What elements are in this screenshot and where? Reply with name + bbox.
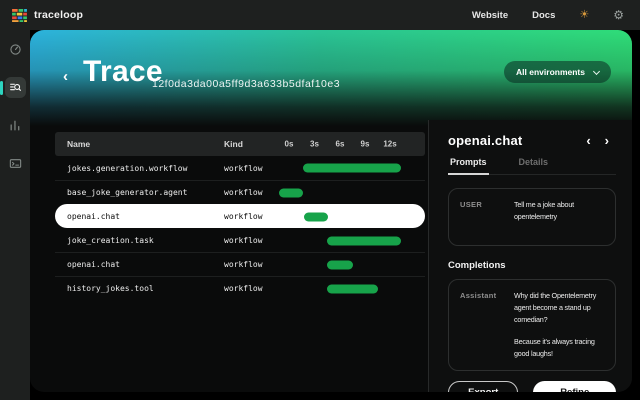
span-name: jokes.generation.workflow — [55, 164, 224, 173]
span-duration-bar — [327, 260, 353, 269]
span-table: Name Kind 0s 3s 6s 9s 12s jokes.generation.w… — [55, 132, 425, 300]
sidebar-item-metrics[interactable] — [5, 115, 26, 136]
sidebar-item-traces[interactable] — [5, 77, 26, 98]
topbar-link-docs[interactable]: Docs — [532, 10, 555, 21]
span-duration-bar — [304, 212, 328, 221]
timeline-axis: 0s 3s 6s 9s 12s — [276, 132, 406, 156]
span-name: base_joke_generator.agent — [55, 188, 224, 197]
main-window: ‹ Trace 12f0da3da00a5ff9d3a633b5dfaf10e3… — [30, 30, 632, 392]
span-timeline-cell — [276, 229, 406, 252]
table-row[interactable]: joke_creation.taskworkflow — [55, 228, 425, 252]
tab-details[interactable]: Details — [517, 157, 551, 174]
panel-header: openai.chat ‹ › — [448, 133, 616, 148]
span-duration-bar — [303, 164, 401, 173]
export-button[interactable]: Export — [448, 381, 518, 392]
span-name: openai.chat — [55, 212, 224, 221]
icon-sidebar — [0, 30, 30, 400]
span-timeline-cell — [276, 156, 406, 180]
span-name: history_jokes.tool — [55, 284, 224, 293]
completions-heading: Completions — [448, 260, 616, 271]
span-timeline-cell — [276, 181, 406, 204]
message-paragraph: Because it's always tracing good laughs! — [514, 336, 604, 360]
message-role: Assistant — [460, 290, 504, 360]
panel-actions: Export Refine — [448, 371, 616, 392]
span-timeline-cell — [276, 253, 406, 276]
previous-span-icon[interactable]: ‹ — [579, 134, 597, 147]
span-name: joke_creation.task — [55, 236, 224, 245]
timeline-tick: 12s — [383, 140, 396, 149]
message-text: Tell me a joke about opentelemetry — [514, 199, 604, 235]
brand-name: traceloop — [34, 9, 83, 21]
bar-chart-icon — [9, 119, 22, 132]
top-bar: traceloop Website Docs ☀ ⚙ — [0, 0, 640, 30]
span-kind: workflow — [224, 284, 276, 293]
table-row[interactable]: openai.chatworkflow — [55, 252, 425, 276]
table-row[interactable]: history_jokes.toolworkflow — [55, 276, 425, 300]
traceloop-logo[interactable]: traceloop — [12, 9, 83, 22]
span-kind: workflow — [224, 212, 276, 221]
panel-tabs: Prompts Details — [448, 157, 616, 175]
environment-selector[interactable]: All environments — [504, 61, 611, 83]
terminal-icon — [9, 157, 22, 170]
traceloop-logo-icon — [12, 9, 27, 22]
sidebar-item-console[interactable] — [5, 153, 26, 174]
span-detail-panel: openai.chat ‹ › Prompts Details USER Tell … — [428, 120, 632, 392]
message-card: USER Tell me a joke about opentelemetry — [448, 188, 616, 246]
span-table-header: Name Kind 0s 3s 6s 9s 12s — [55, 132, 425, 156]
gauge-icon — [9, 43, 22, 56]
message-paragraph: Why did the Opentelemetry agent become a… — [514, 290, 604, 327]
sidebar-item-dashboard[interactable] — [5, 39, 26, 60]
tab-prompts[interactable]: Prompts — [448, 157, 489, 175]
message-text: Why did the Opentelemetry agent become a… — [514, 290, 604, 360]
hero-content: ‹ Trace 12f0da3da00a5ff9d3a633b5dfaf10e3… — [30, 30, 632, 126]
message-card: Assistant Why did the Opentelemetry agent… — [448, 279, 616, 371]
span-timeline-cell — [276, 205, 406, 228]
topbar-link-website[interactable]: Website — [472, 10, 508, 21]
page-title: Trace — [83, 55, 163, 89]
span-title: openai.chat — [448, 133, 579, 148]
timeline-tick: 0s — [285, 140, 294, 149]
theme-sun-icon[interactable]: ☀ — [579, 10, 589, 21]
span-kind: workflow — [224, 164, 276, 173]
topbar-links: Website Docs ☀ ⚙ — [472, 9, 624, 21]
span-name: openai.chat — [55, 260, 224, 269]
span-kind: workflow — [224, 188, 276, 197]
timeline-tick: 9s — [361, 140, 370, 149]
environment-selector-label: All environments — [516, 67, 585, 77]
table-row[interactable]: jokes.generation.workflowworkflow — [55, 156, 425, 180]
trace-search-icon — [9, 81, 22, 94]
chevron-down-icon — [593, 67, 600, 74]
timeline-tick: 3s — [310, 140, 319, 149]
span-duration-bar — [327, 236, 401, 245]
column-header-name: Name — [55, 139, 224, 149]
span-kind: workflow — [224, 260, 276, 269]
completions-section: Assistant Why did the Opentelemetry agent… — [448, 271, 616, 371]
settings-gear-icon[interactable]: ⚙ — [613, 9, 624, 21]
span-table-body: jokes.generation.workflowworkflowbase_jo… — [55, 156, 425, 300]
span-duration-bar — [327, 284, 378, 293]
refine-button[interactable]: Refine — [533, 381, 616, 392]
trace-id: 12f0da3da00a5ff9d3a633b5dfaf10e3 — [152, 78, 340, 90]
back-chevron-icon[interactable]: ‹ — [63, 69, 68, 84]
table-row[interactable]: base_joke_generator.agentworkflow — [55, 180, 425, 204]
column-header-kind: Kind — [224, 139, 276, 149]
span-timeline-cell — [276, 277, 406, 300]
span-kind: workflow — [224, 236, 276, 245]
table-row[interactable]: openai.chatworkflow — [55, 204, 425, 228]
next-span-icon[interactable]: › — [598, 134, 616, 147]
span-duration-bar — [279, 188, 303, 197]
timeline-tick: 6s — [336, 140, 345, 149]
message-role: USER — [460, 199, 504, 235]
prompts-section: USER Tell me a joke about opentelemetry — [448, 175, 616, 246]
